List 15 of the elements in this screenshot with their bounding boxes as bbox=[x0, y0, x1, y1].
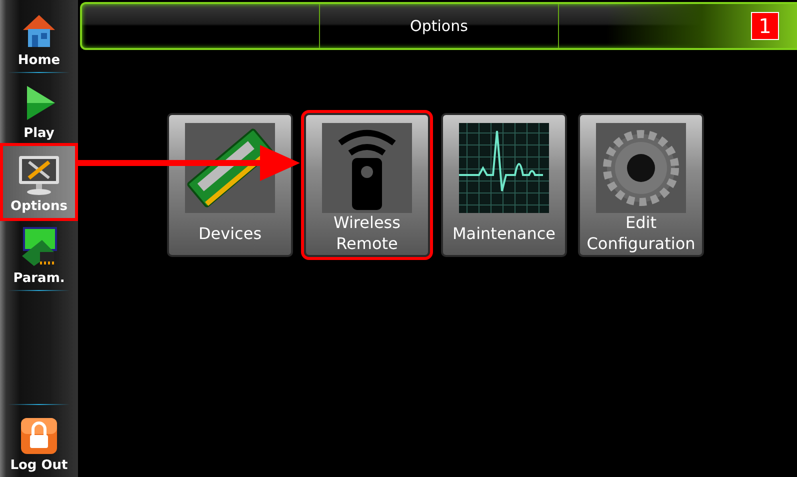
sidebar-item[interactable]: Home bbox=[3, 0, 75, 72]
sidebar-item[interactable]: Param. bbox=[3, 218, 75, 290]
sidebar-item[interactable]: Log Out bbox=[3, 405, 75, 477]
heartbeat-monitor-icon bbox=[459, 123, 549, 213]
page-title: Options bbox=[320, 4, 559, 48]
option-tile[interactable]: Edit Configuration bbox=[578, 113, 704, 257]
padlock-icon bbox=[20, 417, 58, 455]
sidebar-item[interactable]: Options bbox=[3, 146, 75, 218]
gear-icon bbox=[596, 123, 686, 213]
option-tile[interactable]: Devices bbox=[167, 113, 293, 257]
option-tile[interactable]: Maintenance bbox=[441, 113, 567, 257]
monitor-tools-icon bbox=[17, 154, 61, 196]
option-tile[interactable]: Wireless Remote bbox=[304, 113, 430, 257]
step-number: 1 bbox=[750, 12, 779, 40]
remote-signal-icon bbox=[322, 123, 412, 213]
